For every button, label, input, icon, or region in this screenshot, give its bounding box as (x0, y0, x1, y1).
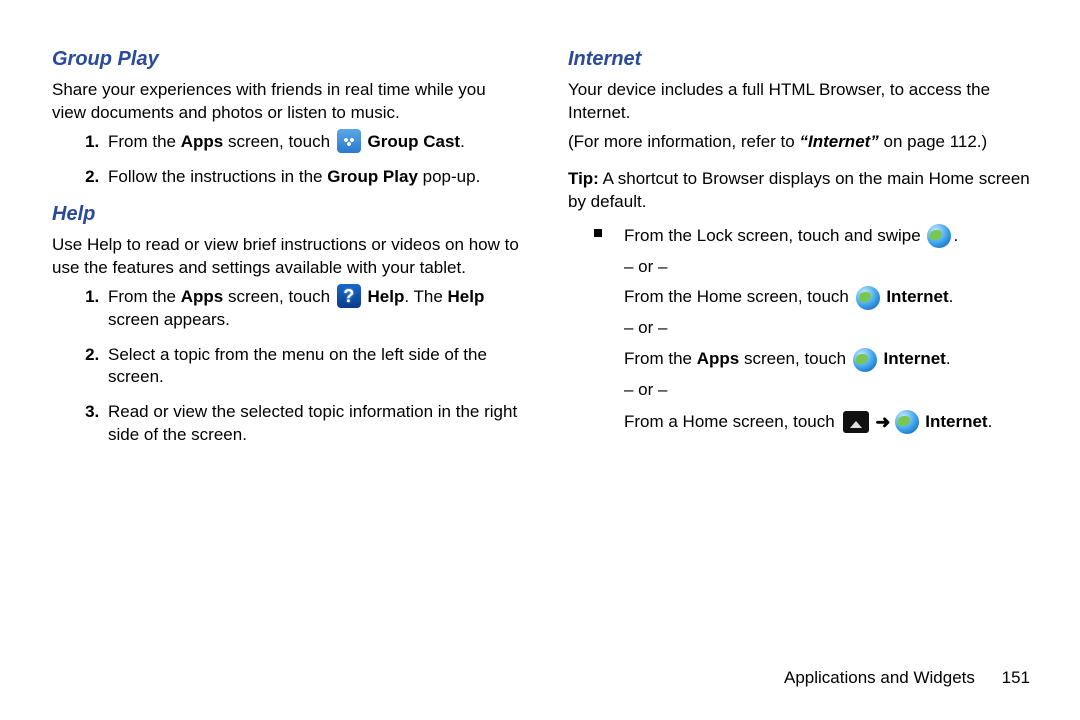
text: screen, touch (739, 349, 851, 368)
text: Follow the instructions in the (108, 167, 327, 186)
step-item: Read or view the selected topic informat… (104, 401, 524, 447)
text: pop-up. (418, 167, 480, 186)
step-item: Select a topic from the menu on the left… (104, 344, 524, 390)
text: . The (404, 287, 447, 306)
step-item: From the Apps screen, touch Help. The He… (104, 286, 524, 332)
text: From the (108, 132, 181, 151)
internet-methods: From the Lock screen, touch and swipe . … (568, 222, 1040, 438)
right-column: Internet Your device includes a full HTM… (568, 40, 1040, 659)
internet-label: Internet (925, 412, 987, 431)
text: (For more information, refer to (568, 132, 799, 151)
help-icon (337, 284, 361, 308)
footer-page-number: 151 (1002, 667, 1030, 690)
heading-help: Help (52, 201, 524, 228)
tip-paragraph: Tip: A shortcut to Browser displays on t… (568, 168, 1040, 214)
apps-word: Apps (697, 349, 740, 368)
internet-label: Internet (886, 287, 948, 306)
help-intro: Use Help to read or view brief instructi… (52, 234, 524, 280)
text: From the (108, 287, 181, 306)
footer-section: Applications and Widgets (784, 668, 975, 687)
page-footer: Applications and Widgets 151 (52, 659, 1040, 690)
text: . (460, 132, 465, 151)
group-play-label: Group Play (327, 167, 418, 186)
text: screen, touch (223, 287, 335, 306)
group-play-steps: From the Apps screen, touch Group Cast. … (52, 131, 524, 189)
step-item: Follow the instructions in the Group Pla… (104, 166, 524, 189)
or-text: – or – (624, 253, 1040, 282)
xref-term: “Internet” (799, 132, 878, 151)
text: on page 112.) (879, 132, 987, 151)
heading-group-play: Group Play (52, 46, 524, 73)
or-text: – or – (624, 376, 1040, 405)
left-column: Group Play Share your experiences with f… (52, 40, 524, 659)
globe-icon (927, 224, 951, 248)
text: . (949, 287, 954, 306)
apps-word: Apps (181, 287, 224, 306)
text: From the Lock screen, touch and swipe (624, 226, 925, 245)
globe-icon (853, 348, 877, 372)
group-cast-icon (337, 129, 361, 153)
help-label2: Help (448, 287, 485, 306)
group-play-intro: Share your experiences with friends in r… (52, 79, 524, 125)
help-steps: From the Apps screen, touch Help. The He… (52, 286, 524, 448)
page-columns: Group Play Share your experiences with f… (52, 40, 1040, 659)
help-label: Help (368, 287, 405, 306)
globe-icon (895, 410, 919, 434)
arrow-icon: ➜ (875, 407, 890, 438)
text: . (988, 412, 993, 431)
text: From the Home screen, touch (624, 287, 854, 306)
group-cast-label: Group Cast (368, 132, 461, 151)
internet-xref: (For more information, refer to “Interne… (568, 131, 1040, 154)
text: . (953, 226, 958, 245)
apps-menu-icon (843, 411, 869, 433)
or-text: – or – (624, 314, 1040, 343)
list-item: From the Lock screen, touch and swipe . … (620, 222, 1040, 438)
globe-icon (856, 286, 880, 310)
text: . (946, 349, 951, 368)
tip-body: A shortcut to Browser displays on the ma… (568, 169, 1030, 211)
step-item: From the Apps screen, touch Group Cast. (104, 131, 524, 154)
text: From a Home screen, touch (624, 412, 839, 431)
internet-label: Internet (884, 349, 946, 368)
internet-intro: Your device includes a full HTML Browser… (568, 79, 1040, 125)
tip-label: Tip: (568, 169, 599, 188)
heading-internet: Internet (568, 46, 1040, 73)
text: From the (624, 349, 697, 368)
text: screen, touch (223, 132, 335, 151)
text: screen appears. (108, 310, 230, 329)
apps-word: Apps (181, 132, 224, 151)
